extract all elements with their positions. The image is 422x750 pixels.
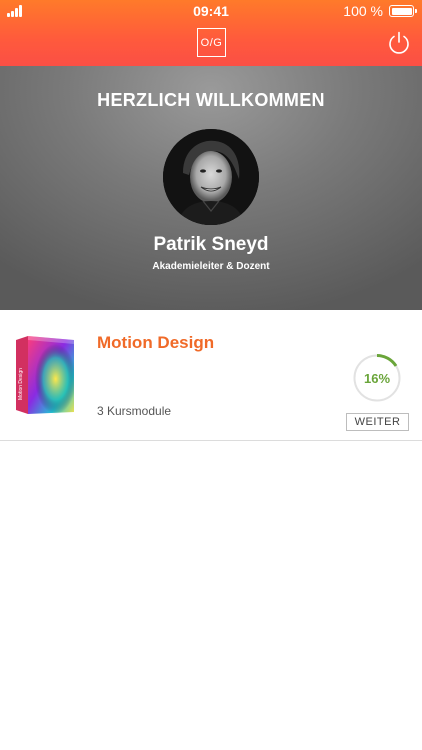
course-title[interactable]: Motion Design (97, 333, 214, 353)
battery-icon (389, 5, 417, 17)
continue-button[interactable]: WEITER (346, 413, 409, 431)
course-card[interactable]: Motion Design Motion Design 3 Kursmodule… (0, 310, 422, 441)
app-logo[interactable]: O/G (197, 28, 226, 57)
battery-percent: 100 % (343, 3, 383, 19)
avatar-photo (163, 129, 259, 225)
avatar (163, 129, 259, 225)
top-bar: 09:41 100 % O/G (0, 0, 422, 66)
status-bar: 09:41 100 % (0, 0, 422, 22)
user-role: Akademieleiter & Dozent (152, 261, 270, 272)
welcome-heading: HERZLICH WILLKOMMEN (97, 90, 325, 110)
cover-spine-text: Motion Design (18, 368, 24, 400)
course-progress-label: 16% (363, 370, 391, 386)
welcome-hero: HERZLICH WILLKOMMEN Patrik Sneyd Akademi… (0, 66, 422, 310)
power-icon[interactable] (387, 31, 411, 55)
course-modules-count: 3 Kursmodule (97, 404, 172, 418)
battery-indicator: 100 % (343, 3, 417, 19)
user-name: Patrik Sneyd (153, 234, 269, 255)
course-cover-image: Motion Design (16, 336, 74, 414)
